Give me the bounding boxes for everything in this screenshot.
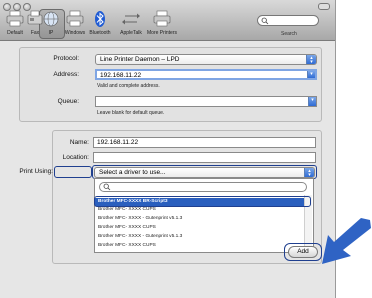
driver-list-item[interactable]: Brother MFC- XXXX CUPS — [95, 206, 305, 214]
address-field[interactable]: 192.168.11.22 ▾ — [95, 69, 317, 80]
search-label: Search — [281, 31, 297, 37]
globe-icon — [43, 11, 59, 27]
more-printers-tab[interactable]: More Printers — [147, 9, 177, 36]
add-button[interactable]: Add — [288, 246, 318, 258]
connection-panel: Protocol: Line Printer Daemon – LPD ▴ ▾ A… — [19, 47, 322, 122]
tab-label: More Printers — [147, 30, 178, 36]
protocol-label: Protocol: — [53, 55, 79, 62]
search-icon — [103, 183, 111, 191]
pointer-arrow-icon — [322, 218, 371, 264]
driver-list-item[interactable]: Brother MFC- XXXX CUPS — [95, 242, 305, 250]
history-dropdown-icon[interactable]: ▾ — [308, 97, 316, 106]
driver-select-value: Select a driver to use... — [99, 169, 166, 176]
select-stepper-icon: ▴ ▾ — [306, 55, 316, 64]
driver-list-item[interactable]: Brother MFC- XXXX - Gutenprint v5.1.3 — [95, 215, 305, 223]
address-label: Address: — [53, 71, 79, 78]
print-using-highlight — [54, 166, 92, 178]
queue-label: Queue: — [57, 98, 79, 105]
bluetooth-tab[interactable]: Bluetooth — [85, 9, 115, 36]
appletalk-tab[interactable]: AppleTalk — [116, 9, 146, 36]
selected-driver-highlight — [94, 196, 311, 207]
network-arrows-icon — [122, 13, 140, 25]
printer-icon — [153, 10, 171, 27]
name-value: 192.168.11.22 — [97, 139, 139, 146]
name-label: Name: — [69, 139, 89, 146]
search-icon — [261, 17, 269, 25]
location-label: Location: — [62, 154, 89, 161]
queue-field[interactable]: ▾ — [95, 96, 317, 107]
address-hint: Valid and complete address. — [97, 83, 160, 89]
name-field[interactable]: 192.168.11.22 — [93, 137, 316, 148]
driver-search-input[interactable] — [99, 182, 307, 192]
driver-list: Brother MFC-XXXX BR-Script3 Brother MFC-… — [94, 178, 314, 253]
driver-list-item[interactable]: Brother MFC- XXXX CUPS — [95, 224, 305, 232]
select-stepper-icon: ▴ ▾ — [304, 168, 314, 177]
queue-hint: Leave blank for default queue. — [97, 110, 165, 116]
address-value: 192.168.11.22 — [100, 72, 142, 79]
toolbar-toggle-button[interactable] — [318, 3, 330, 10]
protocol-value: Line Printer Daemon – LPD — [100, 56, 180, 63]
protocol-select[interactable]: Line Printer Daemon – LPD ▴ ▾ — [95, 54, 317, 65]
toolbar: Default Fax IP Windows Bluetooth AppleTa… — [0, 0, 335, 41]
add-printer-window: Default Fax IP Windows Bluetooth AppleTa… — [0, 0, 336, 298]
location-field[interactable] — [93, 152, 316, 163]
history-dropdown-icon[interactable]: ▾ — [307, 71, 315, 78]
tab-label: AppleTalk — [120, 30, 142, 36]
driver-list-item[interactable]: Brother MFC- XXXX - Gutenprint v5.1.3 — [95, 233, 305, 241]
print-using-label: Print Using: — [19, 168, 53, 175]
windows-printer-icon — [66, 10, 84, 27]
bluetooth-icon — [95, 11, 105, 27]
search-input[interactable] — [257, 15, 319, 26]
tab-label: Bluetooth — [89, 30, 111, 36]
driver-select[interactable]: Select a driver to use... ▴ ▾ — [94, 167, 315, 178]
